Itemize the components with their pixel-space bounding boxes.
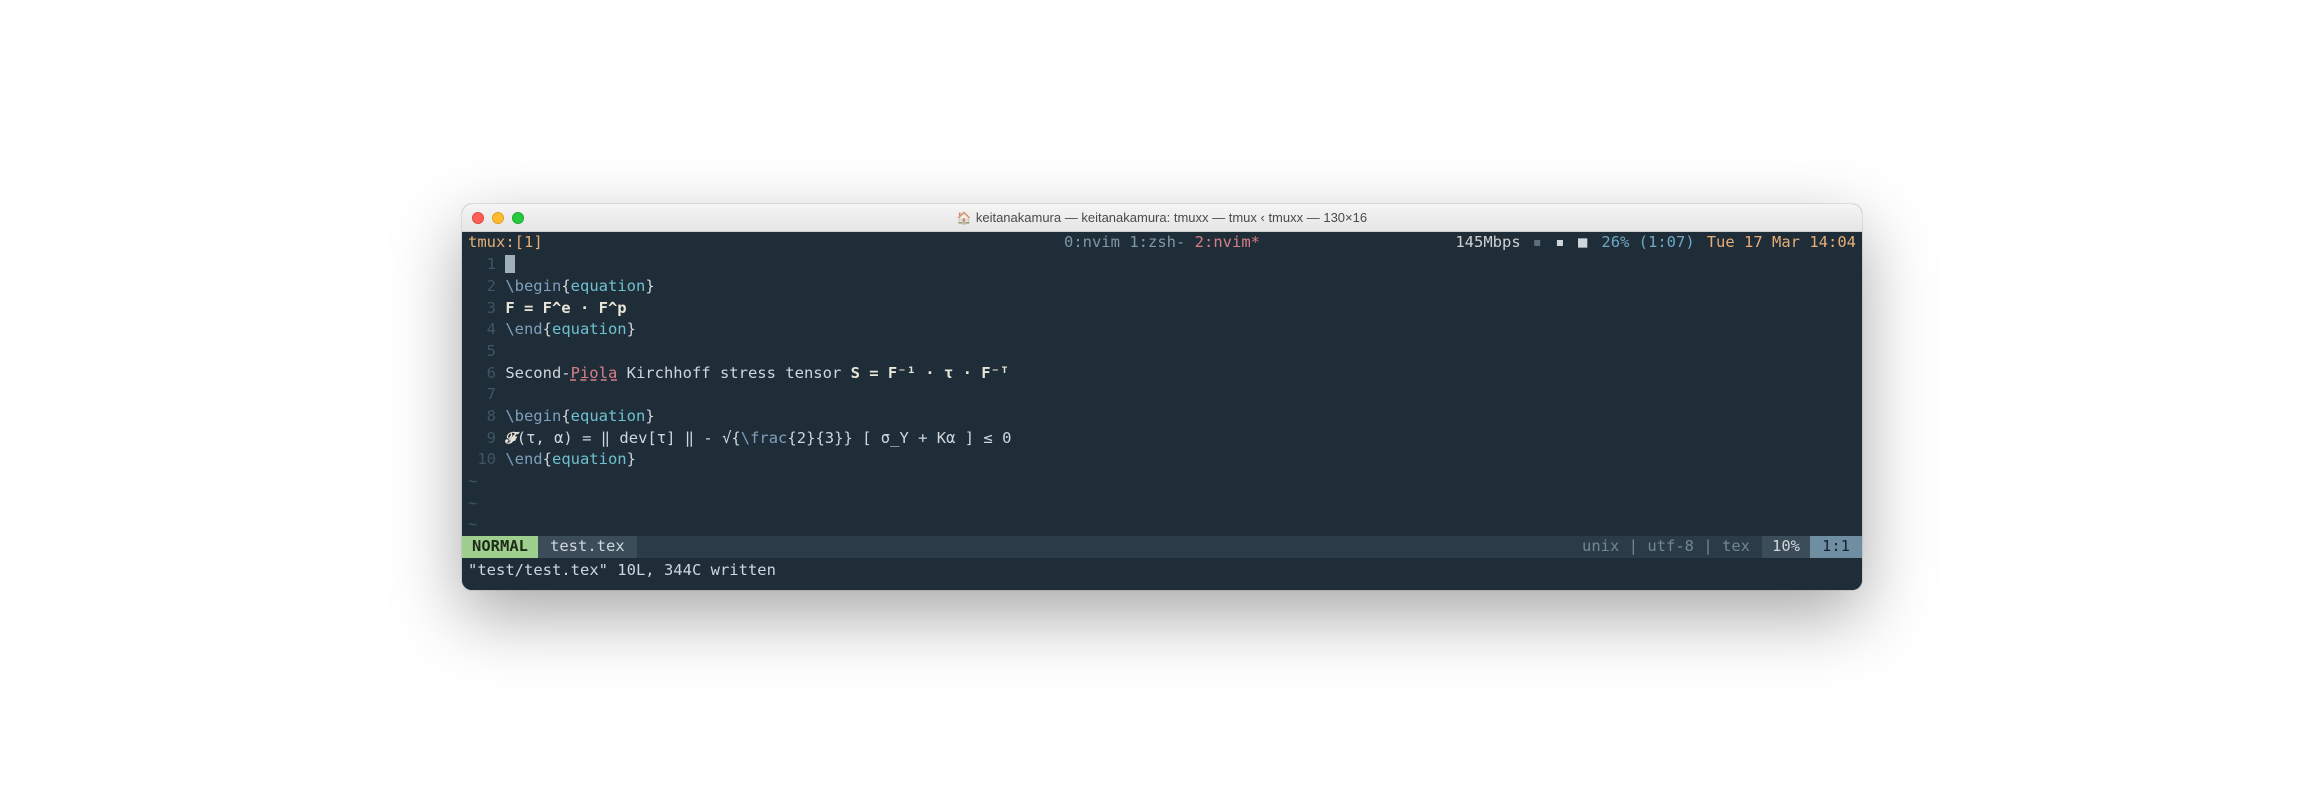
code-line: 8\begin{equation} [462, 406, 1862, 428]
empty-line: ~ [462, 493, 1862, 515]
code-line: 2\begin{equation} [462, 276, 1862, 298]
terminal-window: 🏠 keitanakamura — keitanakamura: tmuxx —… [462, 204, 1862, 590]
tmux-tab-1[interactable]: 1:zsh- [1129, 233, 1185, 251]
minimize-icon[interactable] [492, 212, 504, 224]
terminal[interactable]: tmux:[1] 0:nvim 1:zsh- 2:nvim* 145Mbps ▪… [462, 232, 1862, 590]
net-speed: 145Mbps [1455, 232, 1520, 254]
window-title-text: keitanakamura — keitanakamura: tmuxx — t… [976, 210, 1367, 225]
cursor [505, 255, 514, 273]
empty-line: ~ [462, 514, 1862, 536]
zoom-icon[interactable] [512, 212, 524, 224]
battery: 26% (1:07) [1601, 232, 1694, 254]
activity-icon: ▪ ▪ ■ [1533, 232, 1590, 254]
empty-line: ~ [462, 471, 1862, 493]
code-line: 6Second-Piola Kirchhoff stress tensor S … [462, 363, 1862, 385]
filename: test.tex [538, 536, 637, 558]
code-line: 7 [462, 384, 1862, 406]
tmux-statusbar: tmux:[1] 0:nvim 1:zsh- 2:nvim* 145Mbps ▪… [462, 232, 1862, 254]
vim-statusline: NORMAL test.tex unix | utf-8 | tex 10% 1… [462, 536, 1862, 558]
code-line: 10\end{equation} [462, 449, 1862, 471]
traffic-lights [472, 212, 524, 224]
tmux-tab-0[interactable]: 0:nvim [1064, 233, 1120, 251]
command-message: "test/test.tex" 10L, 344C written [462, 558, 1862, 588]
close-icon[interactable] [472, 212, 484, 224]
tmux-tab-2[interactable]: 2:nvim* [1195, 233, 1260, 251]
mode-indicator: NORMAL [462, 536, 538, 558]
code-line: 5 [462, 341, 1862, 363]
code-line: 4\end{equation} [462, 319, 1862, 341]
tmux-session: tmux:[1] [468, 232, 543, 254]
titlebar: 🏠 keitanakamura — keitanakamura: tmuxx —… [462, 204, 1862, 232]
cursor-position: 1:1 [1810, 536, 1862, 558]
spell-error: Piola [571, 364, 618, 382]
scroll-percent: 10% [1762, 536, 1810, 558]
window-title: 🏠 keitanakamura — keitanakamura: tmuxx —… [462, 210, 1862, 225]
code-line: 3F = F^e · F^p [462, 298, 1862, 320]
code-line: 9𝓕(τ, α) = ‖ dev[τ] ‖ - √{\frac{2}{3}} [… [462, 428, 1862, 450]
code-line: 1 [462, 254, 1862, 276]
datetime: Tue 17 Mar 14:04 [1707, 232, 1856, 254]
file-info: unix | utf-8 | tex [1570, 536, 1762, 558]
home-icon: 🏠 [957, 211, 972, 225]
